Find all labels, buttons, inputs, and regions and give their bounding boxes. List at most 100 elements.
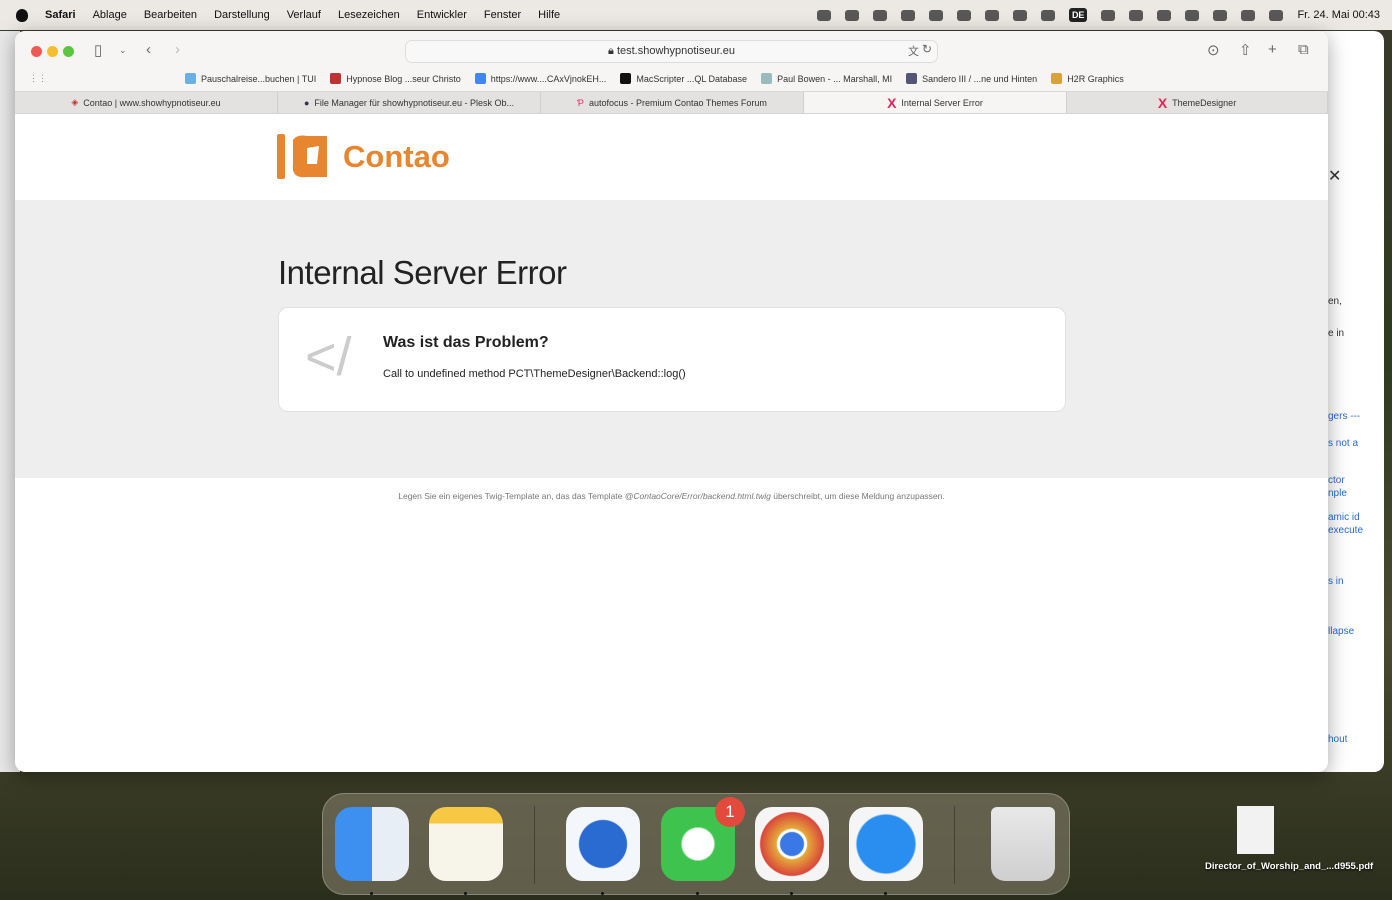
bookmark[interactable]: Pauschalreise...buchen | TUI (185, 73, 316, 84)
menu-fenster[interactable]: Fenster (484, 9, 521, 21)
text-fragment[interactable]: s in (1328, 575, 1344, 588)
downloads-icon[interactable]: ⊙ (1207, 41, 1220, 59)
zoom-window-button[interactable] (63, 46, 74, 57)
menu-bearbeiten[interactable]: Bearbeiten (144, 9, 197, 21)
tab-themedesigner[interactable]: X ThemeDesigner (1067, 92, 1328, 113)
template-path: @ContaoCore/Error/backend.html.twig (624, 491, 771, 501)
menu-lesezeichen[interactable]: Lesezeichen (338, 9, 400, 21)
bookmark[interactable]: https://www....CAxVjnokEH... (474, 73, 606, 84)
status-app-icon[interactable] (844, 9, 859, 21)
close-window-button[interactable] (31, 46, 42, 57)
safari-window: ▯ ⌄ ‹ › 🔒︎ test.showhypnotiseur.eu 文 ↻ ⊙… (15, 31, 1328, 772)
running-indicator (790, 892, 793, 895)
status-app-icon[interactable] (928, 9, 943, 21)
text-fragment[interactable]: hout (1328, 733, 1347, 746)
tab-autofocus[interactable]: Ƥautofocus - Premium Contao Themes Forum (541, 92, 804, 113)
text-fragment[interactable]: nple (1328, 487, 1347, 500)
bookmark[interactable]: Hypnose Blog ...seur Christo (330, 73, 461, 84)
dock-notes[interactable] (429, 807, 503, 895)
forward-icon[interactable]: › (175, 41, 180, 58)
reload-icon[interactable]: ↻ (922, 42, 932, 56)
tab-overview-icon[interactable]: ⧉ (1298, 41, 1309, 58)
running-indicator (696, 892, 699, 895)
bookmark[interactable]: H2R Graphics (1051, 73, 1124, 84)
apps-grid-icon[interactable]: ⋮⋮ (29, 73, 47, 84)
input-source-indicator[interactable]: DE (1068, 8, 1088, 22)
siri-icon[interactable] (1269, 9, 1284, 21)
text-fragment: e in (1328, 328, 1345, 339)
favicon-icon (185, 73, 196, 84)
dock-thunderbird[interactable] (566, 807, 640, 895)
pdf-document-icon (1236, 806, 1274, 854)
battery-icon[interactable] (1157, 9, 1172, 21)
clock[interactable]: Fr. 24. Mai 00:43 (1297, 9, 1380, 21)
notification-icon[interactable] (872, 9, 887, 21)
menu-ablage[interactable]: Ablage (93, 9, 127, 21)
url-text: test.showhypnotiseur.eu (616, 45, 735, 57)
bookmark[interactable]: MacScripter ...QL Database (620, 73, 747, 84)
status-app-icon[interactable] (900, 9, 915, 21)
text-fragment[interactable]: s not a (1328, 437, 1358, 450)
dock-finder[interactable] (335, 807, 409, 895)
menu-app[interactable]: Safari (45, 9, 76, 21)
notification-badge: 1 (715, 797, 745, 827)
running-indicator (464, 892, 467, 895)
favicon-x-icon: X (1157, 94, 1168, 111)
dock-trash[interactable] (991, 807, 1055, 881)
menu-darstellung[interactable]: Darstellung (214, 9, 270, 21)
status-app-icon[interactable] (816, 9, 831, 21)
desktop-file[interactable]: Director_of_Worship_and_...d955.pdf (1205, 806, 1373, 873)
page-header: Contao (15, 114, 1328, 200)
time-machine-icon[interactable] (984, 9, 999, 21)
tab-label: Internal Server Error (901, 97, 983, 108)
page-title: Internal Server Error (278, 254, 567, 291)
status-app-icon[interactable] (1012, 9, 1027, 21)
wifi-icon[interactable] (1185, 9, 1200, 21)
contao-logo-icon (277, 134, 327, 179)
menu-hilfe[interactable]: Hilfe (538, 9, 560, 21)
sidebar-icon[interactable]: ▯ (94, 41, 102, 59)
text-fragment[interactable]: llapse (1328, 625, 1354, 638)
tab-label: File Manager für showhypnotiseur.eu - Pl… (314, 97, 515, 108)
bookmark-label: Sandero III / ...ne und Hinten (922, 73, 1038, 84)
problem-text: Call to undefined method PCT\ThemeDesign… (383, 368, 686, 380)
airdrop-icon[interactable] (1040, 9, 1055, 21)
dock-safari[interactable] (849, 807, 923, 895)
minimize-window-button[interactable] (47, 46, 58, 57)
error-card: </ Was ist das Problem? Call to undefine… (278, 307, 1066, 412)
text-fragment[interactable]: gers --- (1328, 410, 1360, 423)
tab-label: autofocus - Premium Contao Themes Forum (588, 97, 767, 108)
focus-moon-icon[interactable] (1101, 9, 1116, 21)
new-tab-icon[interactable]: + (1268, 41, 1277, 58)
translate-icon[interactable]: 文 (908, 43, 919, 59)
text-fragment[interactable]: amic id (1328, 511, 1360, 524)
dock-chrome[interactable] (755, 807, 829, 895)
close-icon[interactable]: ✕ (1328, 169, 1341, 185)
tab-internal-server-error[interactable]: X Internal Server Error (804, 92, 1067, 113)
address-bar[interactable]: 🔒︎ test.showhypnotiseur.eu (405, 40, 938, 63)
tab-contao[interactable]: ◈ Contao | www.showhypnotiseur.eu (15, 92, 278, 113)
dock-whatsapp[interactable]: 1 (661, 797, 745, 895)
spotlight-search-icon[interactable] (1213, 9, 1228, 21)
text-fragment: en, (1328, 296, 1342, 307)
bluetooth-icon[interactable] (1129, 9, 1144, 21)
google-icon (474, 73, 486, 84)
favicon-icon (906, 73, 918, 84)
text-fragment[interactable]: execute (1328, 524, 1363, 537)
chevron-down-icon[interactable]: ⌄ (119, 45, 127, 56)
menu-entwickler[interactable]: Entwickler (417, 9, 467, 21)
status-app-icon[interactable] (956, 9, 971, 21)
back-icon[interactable]: ‹ (146, 41, 151, 58)
control-center-icon[interactable] (1241, 9, 1256, 21)
contao-logo: Contao (277, 134, 450, 179)
lock-icon: 🔒︎ (608, 45, 617, 57)
page-content: Contao Internal Server Error </ Was ist … (15, 114, 1328, 772)
apple-menu-icon[interactable] (16, 8, 28, 22)
tab-file-manager[interactable]: ● File Manager für showhypnotiseur.eu - P… (278, 92, 541, 113)
text-fragment[interactable]: ctor (1328, 474, 1345, 487)
menu-verlauf[interactable]: Verlauf (287, 9, 321, 21)
share-icon[interactable]: ⇧ (1239, 41, 1252, 59)
bookmark[interactable]: Paul Bowen - ... Marshall, MI (761, 73, 892, 84)
favicon-icon (620, 73, 632, 84)
bookmark[interactable]: Sandero III / ...ne und Hinten (906, 73, 1037, 84)
